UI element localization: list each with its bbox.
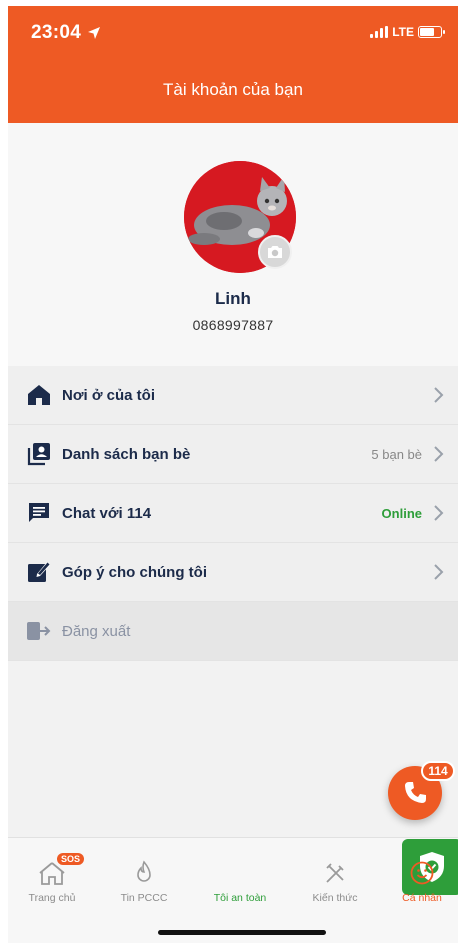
- fire-icon: [104, 856, 184, 886]
- header: 23:04 LTE Tài khoản của bạn: [8, 6, 458, 123]
- location-arrow-icon: [88, 27, 101, 39]
- bottom-tab-bar: SOS Trang chủ Tin PCCC Tôi an toàn Kiến …: [8, 837, 458, 943]
- tab-home[interactable]: SOS Trang chủ: [12, 853, 92, 904]
- network-label: LTE: [392, 25, 414, 39]
- call-badge: 114: [421, 761, 455, 781]
- sos-badge: SOS: [56, 853, 84, 865]
- tab-label: Tôi an toàn: [213, 892, 267, 904]
- chevron-right-icon: [434, 564, 444, 580]
- friends-count: 5 bạn bè: [371, 446, 422, 462]
- tab-label: Kiến thức: [312, 892, 358, 904]
- tab-fire-news[interactable]: Tin PCCC: [104, 856, 184, 904]
- status-badge: Online: [381, 505, 422, 521]
- camera-icon[interactable]: [258, 235, 292, 269]
- home-icon: [26, 382, 52, 408]
- chevron-right-icon: [434, 446, 444, 462]
- chevron-right-icon: [434, 387, 444, 403]
- menu-item-label: Góp ý cho chúng tôi: [62, 563, 207, 581]
- menu-item-label: Đăng xuất: [62, 622, 131, 640]
- user-name: Linh: [215, 289, 251, 308]
- menu-item-label: Nơi ở của tôi: [62, 386, 156, 404]
- menu-item-residence[interactable]: Nơi ở của tôi: [8, 366, 458, 425]
- account-menu: Nơi ở của tôi Danh sách bạn bè 5 bạn bè …: [8, 366, 458, 661]
- menu-item-chat[interactable]: Chat với 114 Online: [8, 484, 458, 543]
- logout-button[interactable]: Đăng xuất: [8, 602, 458, 661]
- page-title: Tài khoản của bạn: [163, 80, 303, 99]
- chevron-right-icon: [434, 505, 444, 521]
- edit-icon: [26, 559, 52, 585]
- home-indicator: [158, 930, 326, 935]
- menu-item-feedback[interactable]: Góp ý cho chúng tôi: [8, 543, 458, 602]
- user-phone: 0868997887: [192, 317, 274, 333]
- app-screen: 23:04 LTE Tài khoản của bạn Linh 0868997…: [8, 6, 458, 943]
- phone-icon: [405, 782, 426, 803]
- smiley-icon: [382, 856, 458, 886]
- signal-icon: [370, 26, 389, 38]
- tab-knowledge[interactable]: Kiến thức: [295, 856, 375, 904]
- menu-item-friends[interactable]: Danh sách bạn bè 5 bạn bè: [8, 425, 458, 484]
- contacts-icon: [26, 441, 52, 467]
- menu-item-label: Chat với 114: [62, 504, 152, 522]
- chat-icon: [26, 500, 52, 526]
- tab-i-am-safe[interactable]: Tôi an toàn: [200, 839, 458, 904]
- tab-label: Cá nhân: [402, 892, 442, 904]
- battery-icon: [418, 26, 445, 38]
- tab-label: Trang chủ: [28, 892, 76, 904]
- status-indicators: LTE: [370, 25, 445, 39]
- avatar[interactable]: [184, 161, 296, 273]
- profile-section: Linh 0868997887: [8, 123, 458, 366]
- tab-profile[interactable]: Cá nhân: [382, 856, 458, 904]
- logout-icon: [26, 618, 52, 644]
- menu-item-label: Danh sách bạn bè: [62, 445, 191, 463]
- status-time: 23:04: [31, 22, 101, 44]
- tools-icon: [295, 856, 375, 886]
- home-sos-icon: SOS: [12, 853, 92, 886]
- tab-label: Tin PCCC: [120, 892, 168, 904]
